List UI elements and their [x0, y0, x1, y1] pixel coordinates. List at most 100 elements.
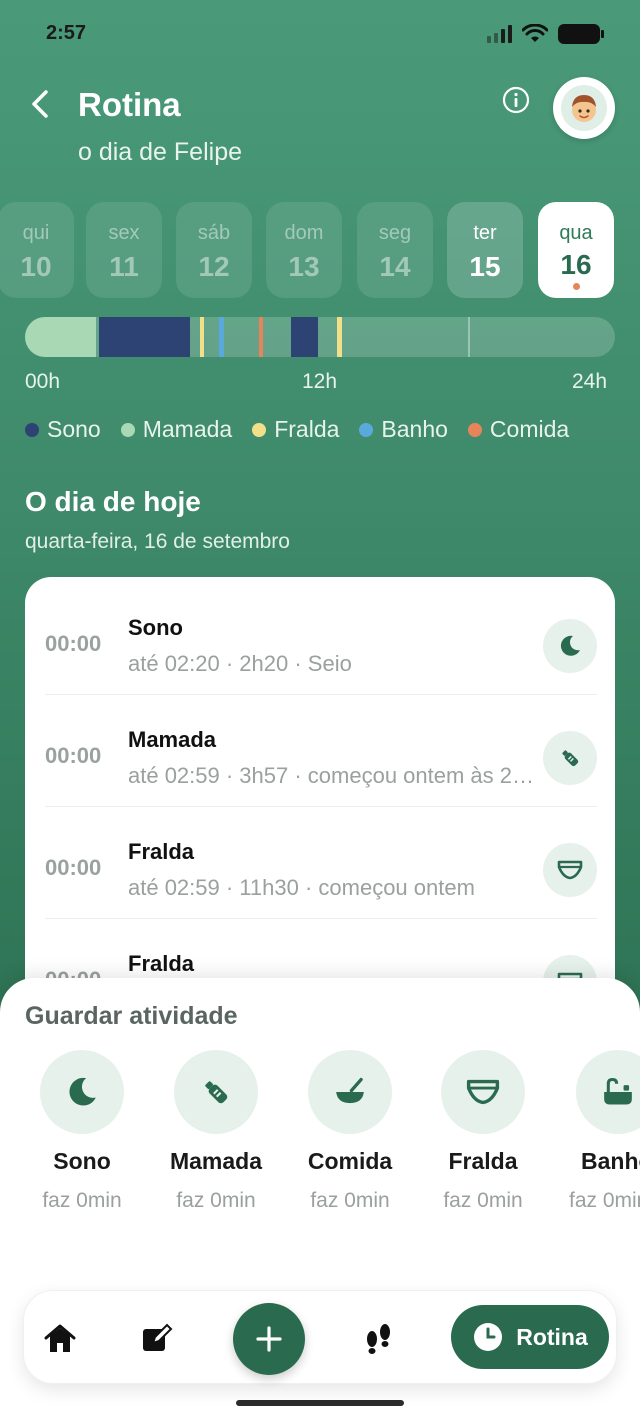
activity-label: Banho	[581, 1148, 640, 1174]
day-item-12[interactable]: sáb 12	[176, 202, 252, 298]
legend-label: Sono	[47, 416, 101, 442]
bath-icon	[576, 1050, 640, 1134]
day-number: 15	[469, 251, 501, 282]
legend-item-mamada: Mamada	[120, 416, 232, 443]
timeline-segment-banho	[219, 317, 225, 357]
child-avatar-icon	[561, 85, 607, 131]
edit-icon[interactable]	[139, 1321, 175, 1357]
entry-time: 00:00	[45, 855, 102, 880]
status-bar: 2:57	[0, 0, 640, 70]
home-indicator	[236, 1400, 404, 1406]
legend-label: Fralda	[274, 416, 340, 442]
footprints-icon[interactable]	[361, 1321, 397, 1357]
day-number: 10	[20, 251, 52, 282]
day-number: 11	[109, 251, 139, 282]
day-number: 14	[379, 251, 411, 282]
battery-icon	[558, 24, 604, 44]
bowl-icon	[308, 1050, 392, 1134]
axis-end-label: 24h	[572, 370, 608, 393]
add-button[interactable]	[233, 1303, 305, 1375]
legend-item-sono: Sono	[25, 416, 101, 443]
home-icon[interactable]	[42, 1321, 78, 1357]
day-number: 13	[288, 251, 320, 282]
signal-icon	[487, 25, 512, 43]
wifi-icon	[522, 24, 548, 42]
activity-label: Fralda	[448, 1148, 518, 1174]
status-icons	[487, 24, 604, 44]
back-arrow-icon[interactable]	[26, 86, 56, 122]
axis-mid-label: 12h	[302, 370, 338, 393]
timeline-segment-sono	[98, 317, 190, 357]
nav-rotina-active[interactable]: Rotina	[451, 1305, 609, 1369]
avatar[interactable]	[553, 77, 615, 139]
entry-time: 00:00	[45, 743, 102, 768]
moon-icon	[543, 619, 597, 673]
timeline-segment-fralda	[337, 317, 343, 357]
activity-label: Mamada	[169, 1148, 263, 1174]
entry-detail: até 02:59 · 11h30 · começou ontem	[128, 875, 475, 900]
sheet-title: Guardar atividade	[25, 1002, 238, 1030]
timeline-segment-mamada	[25, 317, 97, 357]
activity-button-sono[interactable]: Sono faz 0min	[17, 1050, 147, 1213]
today-dot	[572, 283, 580, 290]
list-item[interactable]: 00:00 Mamada até 02:59 · 3h57 · começou …	[25, 695, 615, 807]
bottom-nav: Rotina	[23, 1290, 617, 1384]
bottle-icon	[174, 1050, 258, 1134]
day-item-15[interactable]: ter 15	[447, 202, 523, 298]
day-name: qua	[559, 222, 593, 244]
entry-detail: até 02:59 · 3h57 · começou ontem às 23:0…	[128, 763, 538, 788]
legend-item-comida: Comida	[467, 416, 570, 443]
day-item-10[interactable]: qui 10	[0, 202, 74, 298]
entry-name: Sono	[128, 615, 183, 640]
activity-button-banho[interactable]: Banho faz 0min	[552, 1050, 640, 1213]
day-number: 16	[560, 249, 592, 280]
status-time: 2:57	[46, 22, 87, 44]
diaper-icon	[543, 843, 597, 897]
nav-active-label: Rotina	[516, 1323, 588, 1350]
activity-last-time: faz 0min	[443, 1189, 523, 1212]
activity-last-time: faz 0min	[310, 1189, 390, 1212]
section-title: O dia de hoje	[25, 486, 201, 517]
activity-label: Sono	[53, 1148, 111, 1174]
day-name: sáb	[197, 222, 231, 244]
list-item[interactable]: 00:00 Sono até 02:20 · 2h20 · Seio	[25, 583, 615, 695]
entry-detail: até 02:20 · 2h20 · Seio	[128, 651, 352, 676]
day-item-11[interactable]: sex 11	[86, 202, 162, 298]
day-timeline[interactable]	[25, 317, 615, 357]
legend-label: Comida	[489, 416, 570, 442]
list-item[interactable]: 00:00 Fralda até 02:59 · 11h30 · começou…	[25, 807, 615, 919]
entry-name: Fralda	[128, 839, 195, 864]
day-name: dom	[284, 222, 324, 244]
day-name: sex	[108, 222, 140, 244]
clock-icon	[474, 1323, 503, 1351]
bottle-icon	[543, 731, 597, 785]
info-icon[interactable]	[502, 86, 530, 114]
day-name: qui	[22, 222, 50, 244]
day-item-16-selected[interactable]: qua 16	[538, 202, 614, 298]
activity-last-time: faz 0min	[42, 1189, 122, 1212]
activity-last-time: faz 0min	[569, 1189, 640, 1212]
day-number: 12	[198, 251, 230, 282]
day-item-13[interactable]: dom 13	[266, 202, 342, 298]
day-name: ter	[473, 222, 497, 244]
legend-item-banho: Banho	[359, 416, 448, 443]
section-date: quarta-feira, 16 de setembro	[25, 530, 290, 553]
activity-list-card: 00:00 Sono até 02:20 · 2h20 · Seio 00:00…	[25, 577, 615, 1027]
day-name: seg	[378, 222, 412, 244]
timeline-segment-comida	[258, 317, 264, 357]
entry-time: 00:00	[45, 631, 102, 656]
legend-item-fralda: Fralda	[252, 416, 339, 443]
timeline-legend: Sono Mamada Fralda Banho Comida	[25, 416, 569, 443]
page-title: Rotina	[78, 86, 181, 123]
activity-button-fralda[interactable]: Fralda faz 0min	[418, 1050, 548, 1213]
plus-icon	[256, 1326, 282, 1352]
page-subtitle: o dia de Felipe	[78, 138, 243, 166]
axis-start-label: 00h	[25, 370, 61, 393]
activity-label: Comida	[307, 1148, 393, 1174]
activity-button-comida[interactable]: Comida faz 0min	[285, 1050, 415, 1213]
moon-icon	[40, 1050, 124, 1134]
day-item-14[interactable]: seg 14	[357, 202, 433, 298]
entry-name: Mamada	[128, 727, 217, 752]
activity-button-mamada[interactable]: Mamada faz 0min	[151, 1050, 281, 1213]
legend-label: Banho	[381, 416, 448, 442]
